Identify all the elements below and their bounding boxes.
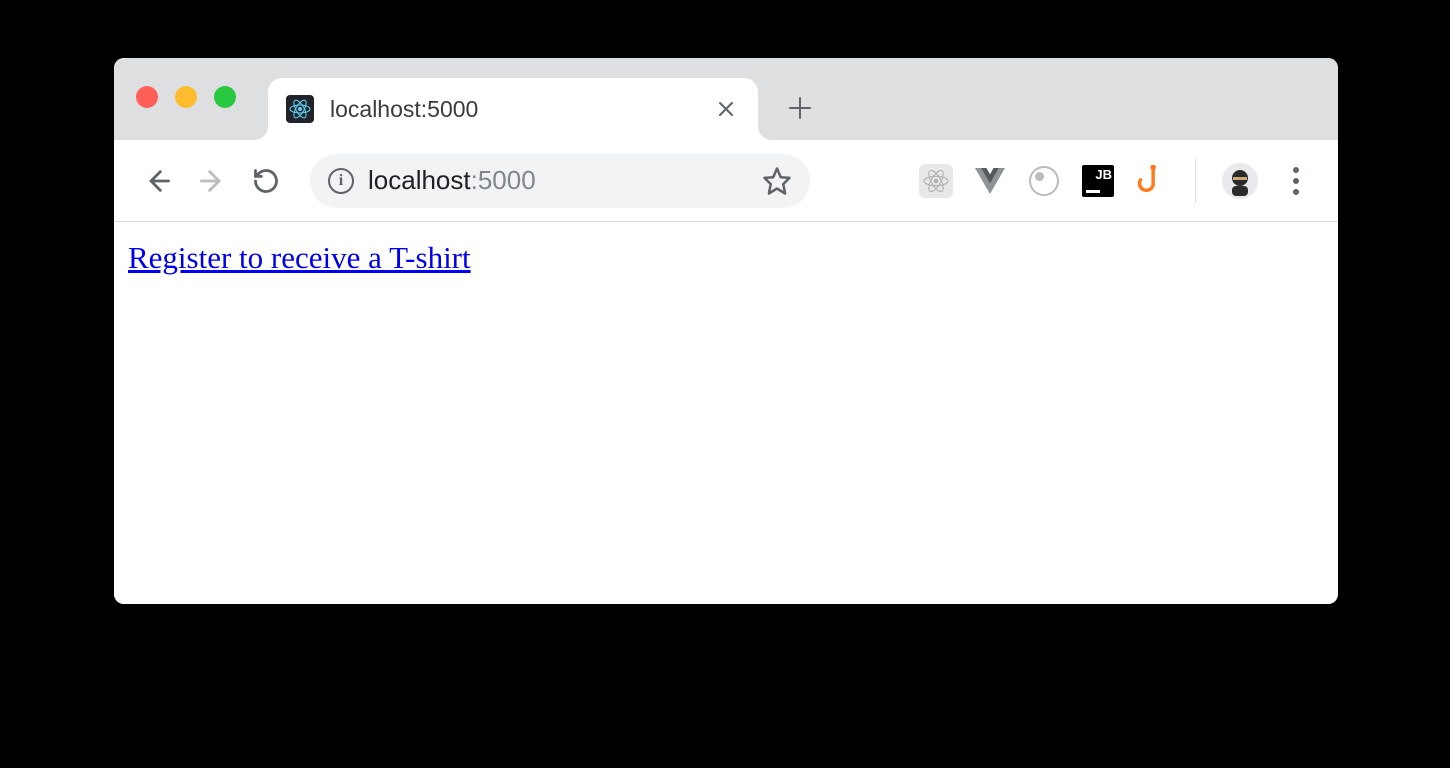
window-zoom-button[interactable] xyxy=(214,86,236,108)
address-bar[interactable]: i localhost:5000 xyxy=(310,154,810,208)
react-devtools-extension-icon[interactable] xyxy=(919,164,953,198)
url-host: localhost xyxy=(368,165,471,195)
jetbrains-extension-icon[interactable]: JB xyxy=(1081,164,1115,198)
browser-window: localhost:5000 i localhost:5000 xyxy=(114,58,1338,604)
register-link[interactable]: Register to receive a T-shirt xyxy=(128,240,471,275)
reload-button[interactable] xyxy=(246,161,286,201)
url-text: localhost:5000 xyxy=(368,165,748,196)
new-tab-button[interactable] xyxy=(780,88,820,128)
tab-strip: localhost:5000 xyxy=(114,58,1338,140)
tab-close-button[interactable] xyxy=(712,95,740,123)
window-close-button[interactable] xyxy=(136,86,158,108)
page-content: Register to receive a T-shirt xyxy=(114,222,1338,604)
window-minimize-button[interactable] xyxy=(175,86,197,108)
back-button[interactable] xyxy=(138,161,178,201)
toolbar-divider xyxy=(1195,159,1196,203)
extension-icons: JB xyxy=(919,159,1320,203)
window-controls xyxy=(136,86,236,108)
forward-button[interactable] xyxy=(192,161,232,201)
bookmark-star-button[interactable] xyxy=(762,166,792,196)
circle-extension-icon[interactable] xyxy=(1027,164,1061,198)
browser-tab[interactable]: localhost:5000 xyxy=(268,78,758,140)
vue-devtools-extension-icon[interactable] xyxy=(973,164,1007,198)
site-info-icon[interactable]: i xyxy=(328,168,354,194)
toolbar: i localhost:5000 xyxy=(114,140,1338,222)
react-favicon-icon xyxy=(286,95,314,123)
tab-title: localhost:5000 xyxy=(330,96,696,123)
url-port: :5000 xyxy=(471,165,536,195)
browser-menu-button[interactable] xyxy=(1278,161,1314,201)
hook-extension-icon[interactable] xyxy=(1135,164,1169,198)
profile-avatar-button[interactable] xyxy=(1222,163,1258,199)
